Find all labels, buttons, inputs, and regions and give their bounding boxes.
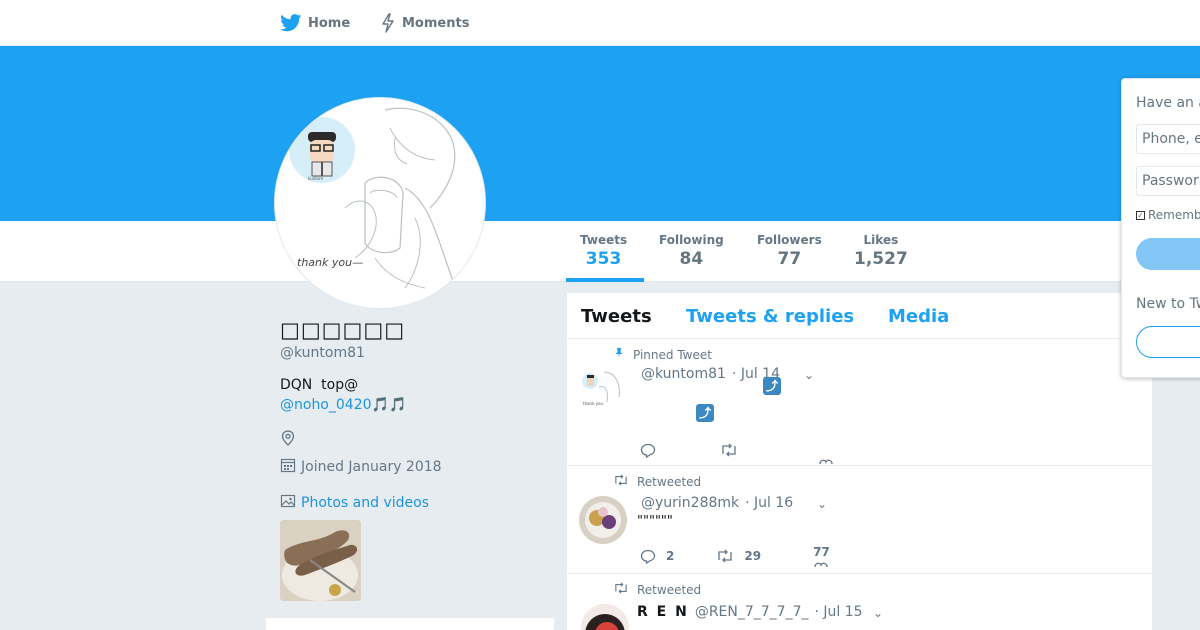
remember-me[interactable]: ✓ Rememb: [1136, 208, 1200, 222]
retweet-count: 29: [744, 549, 762, 563]
stat-likes-label: Likes: [863, 233, 899, 247]
retweet-icon: [613, 474, 629, 489]
tweet-context: Retweeted: [613, 474, 701, 489]
stat-following[interactable]: Following 84: [659, 233, 724, 269]
chevron-down-icon[interactable]: ⌄: [804, 368, 814, 382]
tweet-handle[interactable]: @REN_7_7_7_7_: [695, 604, 809, 620]
svg-text:thank you: thank you: [583, 401, 603, 406]
login-title: Have an a: [1136, 95, 1200, 111]
stat-tweets-value: 353: [585, 249, 622, 269]
profile-joined-label: Joined January 2018: [301, 459, 442, 475]
tweet-context: Pinned Tweet: [613, 347, 712, 362]
tweet-context-label: Retweeted: [637, 582, 702, 597]
stat-followers-value: 77: [777, 249, 802, 269]
tweet-actions: 2 29 77: [640, 545, 830, 567]
tweet-avatar[interactable]: thank you: [579, 367, 627, 415]
password-input[interactable]: Passwor: [1136, 166, 1200, 196]
twitter-bird-icon: [280, 14, 302, 32]
heart-icon: [814, 562, 828, 567]
pin-icon: [613, 347, 625, 362]
profile-bio: DQN top@: [280, 377, 359, 393]
chevron-down-icon[interactable]: ⌄: [817, 497, 827, 511]
reply-button[interactable]: 2: [640, 549, 674, 564]
tweet-header: @yurin288mk · Jul 16: [641, 495, 793, 511]
profile-sidebar-module: [266, 618, 554, 630]
svg-text:kuntom: kuntom: [308, 176, 323, 181]
new-to-twitter-label: New to Tw: [1136, 296, 1200, 312]
remember-checkbox[interactable]: ✓: [1136, 210, 1145, 220]
tweet-item[interactable]: Retweeted R E N @REN_7_7_7_7_ · Jul 15 ⌄: [567, 574, 1154, 630]
tweet-header: @kuntom81 · Jul 14: [641, 366, 780, 382]
arrow-emoji: ⤴: [763, 377, 781, 395]
profile-handle[interactable]: @kuntom81: [280, 345, 365, 361]
photos-videos-link[interactable]: Photos and videos: [280, 493, 429, 513]
retweet-button[interactable]: 29: [716, 549, 761, 563]
profile-banner: [0, 46, 1200, 221]
tab-tweets[interactable]: Tweets: [581, 306, 652, 327]
profile-joined: Joined January 2018: [280, 457, 442, 477]
tweet-header: R E N @REN_7_7_7_7_ · Jul 15: [637, 604, 863, 620]
nav-home[interactable]: Home: [280, 0, 350, 46]
avatar-handwriting: thank you—: [297, 256, 363, 269]
retweet-button[interactable]: [720, 443, 738, 457]
tweet-item[interactable]: Retweeted @yurin288mk · Jul 16 ⌄ """""" …: [567, 466, 1154, 574]
tweet-handle[interactable]: @yurin288mk: [641, 495, 739, 511]
tweet-date[interactable]: · Jul 16: [745, 495, 793, 511]
stat-likes-value: 1,527: [854, 249, 908, 269]
reply-count: 2: [666, 549, 675, 563]
photos-videos-label: Photos and videos: [301, 495, 430, 511]
location-icon: [281, 430, 295, 450]
tweet-avatar[interactable]: [579, 496, 627, 544]
like-button[interactable]: 77: [813, 545, 830, 567]
active-stat-underline: [566, 278, 644, 282]
tweet-timeline: Tweets Tweets & replies Media Pinned Twe…: [566, 292, 1154, 630]
chevron-down-icon[interactable]: ⌄: [873, 606, 883, 620]
signup-button[interactable]: [1136, 326, 1200, 358]
like-button[interactable]: [818, 458, 834, 464]
top-navigation: Home Moments: [0, 0, 1200, 46]
stat-followers[interactable]: Followers 77: [757, 233, 822, 269]
stat-tweets[interactable]: Tweets 353: [580, 233, 627, 269]
profile-avatar[interactable]: kuntom thank you—: [274, 97, 486, 309]
retweet-icon: [613, 582, 629, 597]
profile-name[interactable]: □□□□□□: [280, 318, 405, 342]
tweet-context-label: Pinned Tweet: [633, 347, 712, 362]
nav-moments-label: Moments: [402, 15, 470, 31]
tweet-handle[interactable]: @kuntom81: [641, 366, 726, 382]
timeline-tabs: Tweets Tweets & replies Media: [567, 293, 1154, 339]
stat-following-value: 84: [679, 249, 704, 269]
tweet-date[interactable]: · Jul 15: [815, 604, 863, 620]
phone-email-input[interactable]: Phone, e: [1136, 124, 1200, 154]
stat-tweets-label: Tweets: [580, 233, 628, 247]
tweet-avatar[interactable]: [581, 604, 629, 630]
profile-stats-bar: Tweets 353 Following 84 Followers 77 Lik…: [0, 221, 1200, 282]
tab-media[interactable]: Media: [888, 306, 949, 327]
login-dropdown: Have an a Phone, e Passwor ✓ Rememb New …: [1121, 78, 1200, 378]
nav-moments[interactable]: Moments: [380, 0, 469, 46]
media-thumbnail[interactable]: [280, 520, 361, 601]
stat-followers-label: Followers: [757, 233, 822, 247]
tweet-context-label: Retweeted: [637, 474, 702, 489]
calendar-icon: [280, 457, 296, 477]
remember-label: Rememb: [1148, 208, 1200, 222]
tweet-text: """""": [637, 514, 673, 529]
tweet-context: Retweeted: [613, 582, 701, 597]
tweet-actions: [640, 436, 834, 464]
nav-home-label: Home: [308, 15, 351, 31]
stat-likes[interactable]: Likes 1,527: [854, 233, 908, 269]
tweet-fullname[interactable]: R E N: [637, 604, 689, 620]
profile-bio-link[interactable]: @noho_0420🎵🎵: [280, 397, 406, 413]
lightning-icon: [380, 13, 396, 33]
arrow-emoji: ⤴: [696, 404, 714, 422]
like-count: 77: [813, 545, 830, 559]
tweet-item[interactable]: Pinned Tweet thank you @kuntom81 · Jul 1…: [567, 339, 1154, 466]
image-icon: [280, 493, 296, 513]
tab-tweets-replies[interactable]: Tweets & replies: [686, 306, 854, 327]
stat-following-label: Following: [659, 233, 724, 247]
reply-button[interactable]: [640, 443, 656, 458]
login-button[interactable]: [1136, 238, 1200, 270]
